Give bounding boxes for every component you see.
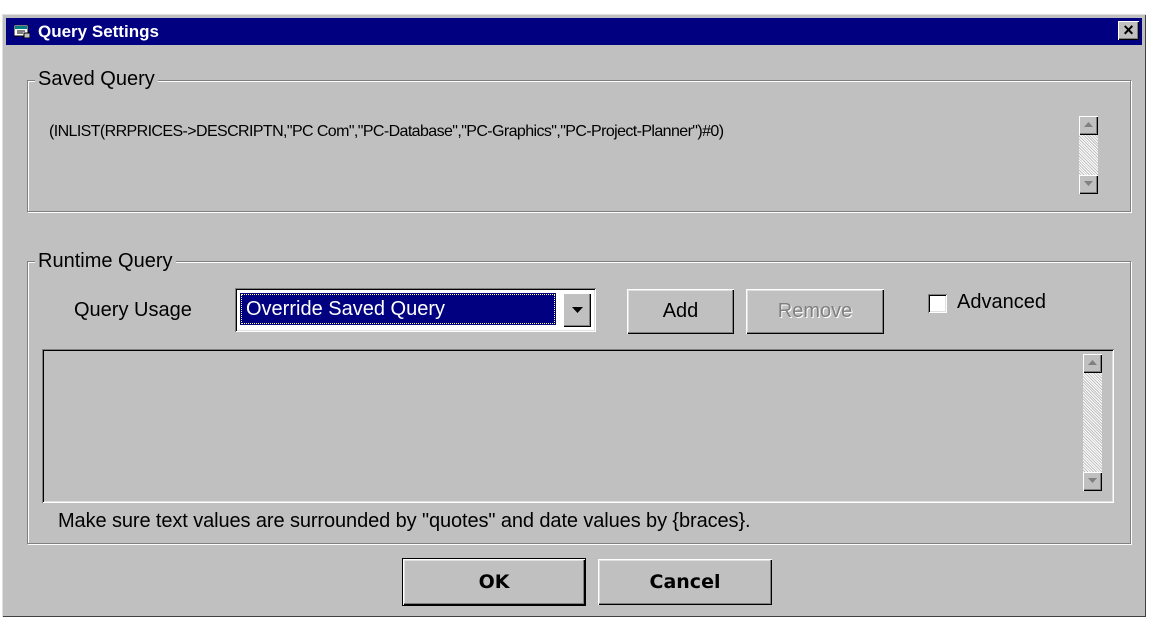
add-button[interactable]: Add (627, 289, 734, 334)
remove-button[interactable]: Remove (746, 289, 884, 334)
saved-query-legend: Saved Query (35, 68, 158, 90)
saved-query-text: (INLIST(RRPRICES->DESCRIPTN,"PC Com","PC… (49, 123, 724, 140)
cancel-button[interactable]: Cancel (598, 559, 772, 605)
close-icon[interactable]: × (1118, 21, 1139, 40)
query-usage-selected[interactable]: Override Saved Query (240, 293, 556, 325)
ok-button[interactable]: OK (402, 558, 586, 606)
runtime-query-legend: Runtime Query (35, 250, 176, 272)
advanced-checkbox[interactable] (928, 294, 947, 313)
scroll-down-arrow-icon (1088, 478, 1097, 483)
scroll-up-arrow-icon (1088, 360, 1097, 365)
query-hint-text: Make sure text values are surrounded by … (58, 510, 751, 532)
window-title: Query Settings (38, 22, 159, 41)
query-usage-dropdown[interactable]: Override Saved Query (235, 288, 596, 332)
saved-scroll-track[interactable] (1079, 135, 1098, 175)
runtime-scroll-down-button[interactable] (1083, 472, 1102, 491)
saved-query-group (27, 80, 1131, 212)
saved-scroll-up-button[interactable] (1079, 116, 1098, 135)
runtime-query-list[interactable] (42, 349, 1114, 503)
runtime-scroll-up-button[interactable] (1083, 354, 1102, 373)
advanced-label[interactable]: Advanced (957, 291, 1046, 313)
query-usage-label: Query Usage (74, 299, 192, 321)
query-app-icon (13, 24, 31, 39)
scroll-up-arrow-icon (1084, 122, 1093, 127)
title-bar[interactable]: Query Settings × (6, 18, 1142, 45)
scroll-down-arrow-icon (1084, 181, 1093, 186)
runtime-scroll-track[interactable] (1083, 373, 1102, 472)
saved-scroll-down-button[interactable] (1079, 175, 1098, 194)
query-usage-dropdown-button[interactable] (563, 293, 591, 327)
chevron-down-icon (572, 307, 583, 313)
